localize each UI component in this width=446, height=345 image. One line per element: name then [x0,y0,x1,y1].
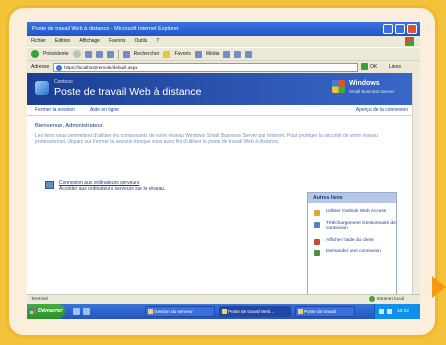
page-content: Bienvenue, Administrateur. Les liens vou… [27,116,420,298]
forward-arrow-icon[interactable] [72,50,81,58]
menu-help[interactable]: ? [156,36,159,47]
organization-name: Contoso [54,79,73,85]
panel-item-download[interactable]: Téléchargement Gestionnaire de connexion [308,221,396,232]
panel-item-help[interactable]: Afficher l'aide du client [308,238,396,245]
address-label: Adresse [31,64,50,70]
go-label: OK [370,64,378,70]
vertical-scrollbar[interactable] [412,73,420,294]
media-button[interactable]: Média [206,48,220,60]
header-link-row: Fermer la session Aide en ligne Aperçu d… [27,105,420,116]
browser-toolbar: Précédente Rechercher Favoris Média [27,47,420,60]
panel-title: Autres liens [308,193,396,203]
help-icon [314,238,320,245]
panel-item-connection[interactable]: Demander une connexion [308,249,396,257]
clock: 10:42 [397,309,410,314]
outlook-icon [314,210,320,216]
menu-view[interactable]: Affichage [79,36,100,47]
print-icon[interactable] [245,50,253,58]
volume-tray-icon[interactable] [387,309,392,314]
address-bar: Adresse https://localhost/remote/default… [27,60,420,73]
ie-icon [222,309,227,314]
back-button[interactable]: Précédente [43,48,69,60]
media-icon[interactable] [194,50,202,58]
status-text: Terminé [31,297,49,302]
task-remote-workplace[interactable]: Poste de travail Web... [219,306,291,317]
home-icon[interactable] [106,50,114,58]
favorites-button[interactable]: Favoris [174,48,190,60]
address-url: https://localhost/remote/default.aspx [64,65,138,70]
quicklaunch-desktop-icon[interactable] [83,308,90,315]
quicklaunch-ie-icon[interactable] [73,308,80,315]
links-button[interactable]: Liens [389,61,401,73]
page-icon [56,65,62,71]
windows-sbs-logo: Windows Small Business Server [332,78,402,100]
menu-file[interactable]: Fichier [31,36,46,47]
security-zone: Intranet local [368,295,404,304]
favorites-icon[interactable] [163,50,171,58]
logout-link[interactable]: Fermer la session [35,105,75,116]
go-arrow-icon [361,63,368,71]
close-button[interactable] [407,24,417,34]
browser-screenshot: Poste de travail Web à distance - Micros… [27,22,420,319]
server-icon [148,309,153,314]
welcome-text: Bienvenue, Administrateur. [35,123,104,129]
window-controls [383,24,417,34]
minimize-button[interactable] [383,24,393,34]
download-icon [314,221,320,228]
system-tray: 10:42 [374,304,420,319]
stop-icon[interactable] [84,50,92,58]
task-server-management[interactable]: Gestion du serveur [145,306,215,317]
status-bar: Terminé Intranet local [27,294,420,304]
other-links-panel: Autres liens Utiliser Outlook Web Access… [307,192,397,298]
next-arrow-icon[interactable] [432,276,446,298]
network-tray-icon[interactable] [379,309,384,314]
windows-flag-icon [30,308,36,314]
panel-item-outlook[interactable]: Utiliser Outlook Web Access [308,209,396,216]
search-button[interactable]: Rechercher [134,48,160,60]
page-title: Poste de travail Web à distance [54,86,202,98]
refresh-icon[interactable] [95,50,103,58]
history-icon[interactable] [223,50,231,58]
menu-edit[interactable]: Edition [55,36,70,47]
network-icon [314,250,320,257]
computer-icon [45,181,54,189]
window-title: Poste de travail Web à distance - Micros… [32,26,179,32]
connection-overview-link[interactable]: Aperçu de la connexion [356,105,408,116]
windows-flag-icon [332,80,345,93]
help-link[interactable]: Aide en ligne [90,105,119,116]
windows-logo-icon [405,37,414,46]
page-header: Contoso Poste de travail Web à distance … [27,73,420,105]
go-button[interactable]: OK [361,63,383,72]
start-button[interactable]: Démarrer [27,304,65,319]
intranet-icon [368,295,375,302]
address-input[interactable]: https://localhost/remote/default.aspx [53,63,358,72]
computer-icon [298,309,303,314]
mail-icon[interactable] [234,50,242,58]
toolbar-separator [117,49,119,59]
intro-text: Les liens vous permettent d'utiliser les… [35,133,378,146]
connect-servers-description: Accéder aux ordinateurs serveurs sur le … [59,186,166,192]
taskbar: Démarrer Gestion du serveur Poste de tra… [27,304,420,319]
back-arrow-icon[interactable] [31,50,39,58]
remote-workplace-icon [35,81,49,95]
window-title-bar: Poste de travail Web à distance - Micros… [27,22,420,36]
maximize-button[interactable] [395,24,405,34]
menu-favorites[interactable]: Favoris [109,36,125,47]
task-my-computer[interactable]: Poste de travail [295,306,355,317]
menu-bar: Fichier Edition Affichage Favoris Outils… [27,36,420,47]
menu-tools[interactable]: Outils [134,36,147,47]
search-icon[interactable] [122,50,130,58]
